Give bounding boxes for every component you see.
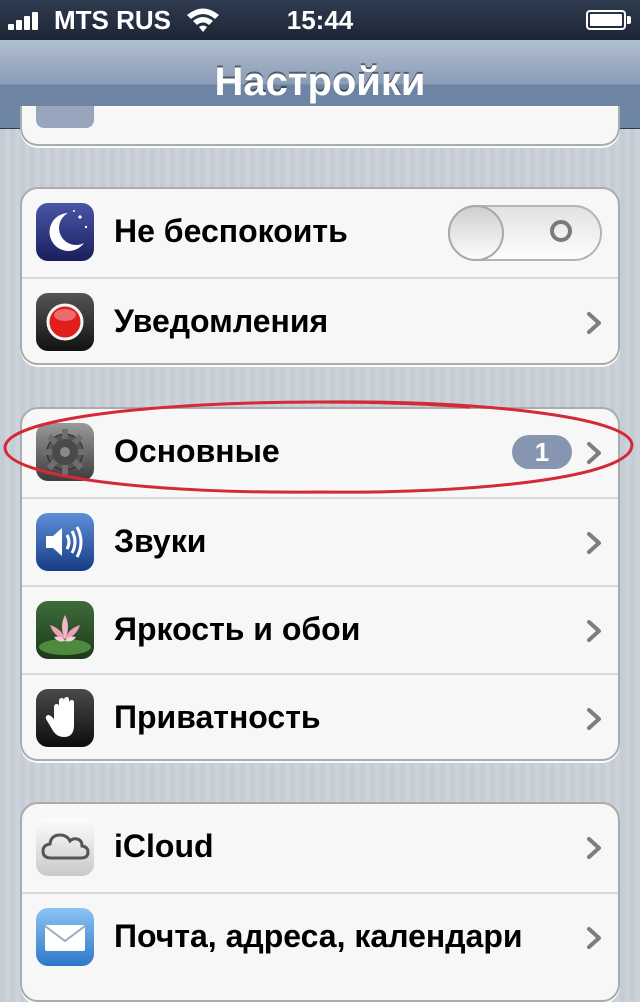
chevron-right-icon xyxy=(587,620,601,642)
partial-icon xyxy=(36,106,94,128)
speaker-icon xyxy=(36,513,94,571)
chevron-right-icon xyxy=(587,837,601,859)
toggle-knob[interactable] xyxy=(448,205,504,261)
settings-row-label: Звуки xyxy=(114,523,207,559)
settings-row-mail-contacts-calendars[interactable]: Почта, адреса, календари xyxy=(22,892,618,980)
battery-fill xyxy=(590,14,622,26)
settings-row-general[interactable]: Основные 1 xyxy=(22,409,618,497)
do-not-disturb-toggle[interactable] xyxy=(448,205,602,261)
chevron-right-icon xyxy=(587,442,601,464)
page-title: Настройки xyxy=(214,60,426,104)
settings-row-label: Почта, адреса, календари xyxy=(114,918,523,954)
settings-row-notifications[interactable]: Уведомления xyxy=(22,277,618,363)
cloud-icon xyxy=(36,818,94,876)
mail-icon xyxy=(36,908,94,966)
gear-icon xyxy=(36,423,94,481)
settings-row-sounds[interactable]: Звуки xyxy=(22,497,618,585)
hand-icon xyxy=(36,689,94,747)
settings-row-privacy[interactable]: Приватность xyxy=(22,673,618,759)
status-time: 15:44 xyxy=(286,5,354,35)
update-count-badge: 1 xyxy=(512,435,572,469)
settings-row-label: Яркость и обои xyxy=(114,611,361,647)
battery-icon xyxy=(586,10,631,30)
settings-row-label: Основные xyxy=(114,433,280,469)
chevron-right-icon xyxy=(587,927,601,949)
status-bar: MTS RUS 15:44 xyxy=(0,0,640,40)
settings-group-1: Не беспокоить Уведомления xyxy=(20,187,620,365)
settings-row-brightness-wallpaper[interactable]: Яркость и обои xyxy=(22,585,618,673)
settings-row-label: Не беспокоить xyxy=(114,213,348,249)
settings-group-3: iCloud Почта, адреса, календари xyxy=(20,802,620,1002)
flower-icon xyxy=(36,601,94,659)
settings-row-label: Уведомления xyxy=(114,303,329,339)
chevron-right-icon xyxy=(587,312,601,334)
partial-group-top xyxy=(20,106,620,146)
moon-icon xyxy=(36,203,94,261)
settings-group-2: Основные 1 Звуки Яркость и обои Приватно… xyxy=(20,407,620,761)
settings-row-label: Приватность xyxy=(114,699,321,735)
settings-row-label: iCloud xyxy=(114,828,214,864)
chevron-right-icon xyxy=(587,708,601,730)
settings-row-do-not-disturb[interactable]: Не беспокоить xyxy=(22,189,618,277)
toggle-off-icon xyxy=(550,220,572,242)
notifications-icon xyxy=(36,293,94,351)
settings-row-icloud[interactable]: iCloud xyxy=(22,804,618,892)
chevron-right-icon xyxy=(587,532,601,554)
